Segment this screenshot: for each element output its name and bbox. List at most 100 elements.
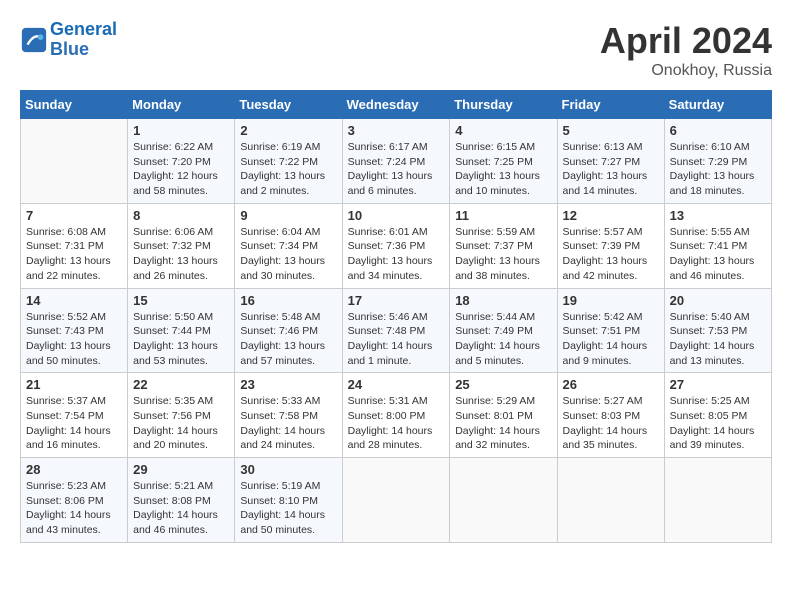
calendar-cell: 14 Sunrise: 5:52 AM Sunset: 7:43 PM Dayli…	[21, 288, 128, 373]
calendar-cell: 22Sunrise: 5:35 AM Sunset: 7:56 PM Dayli…	[128, 373, 235, 458]
location-title: Onokhoy, Russia	[600, 62, 772, 80]
day-content: Sunrise: 6:19 AM Sunset: 7:22 PM Dayligh…	[240, 140, 336, 199]
day-number: 30	[240, 462, 336, 477]
day-number: 25	[455, 377, 551, 392]
calendar-cell: 29 Sunrise: 5:21 AM Sunset: 8:08 PM Dayli…	[128, 458, 235, 543]
day-content: Sunrise: 5:59 AM Sunset: 7:37 PM Dayligh…	[455, 225, 551, 284]
day-number: 16	[240, 293, 336, 308]
calendar-cell: 4 Sunrise: 6:15 AM Sunset: 7:25 PM Daylig…	[450, 119, 557, 204]
day-number: 23	[240, 377, 336, 392]
calendar-table: Sunday Monday Tuesday Wednesday Thursday…	[20, 90, 772, 543]
calendar-cell: 30 Sunrise: 5:19 AM Sunset: 8:10 PM Dayli…	[235, 458, 342, 543]
calendar-cell: 21 Sunrise: 5:37 AM Sunset: 7:54 PM Dayli…	[21, 373, 128, 458]
day-content: Sunrise: 6:15 AM Sunset: 7:25 PM Dayligh…	[455, 140, 551, 199]
calendar-cell: 25 Sunrise: 5:29 AM Sunset: 8:01 PM Dayli…	[450, 373, 557, 458]
day-number: 22	[133, 377, 229, 392]
calendar-cell: 26 Sunrise: 5:27 AM Sunset: 8:03 PM Dayli…	[557, 373, 664, 458]
calendar-cell: 12 Sunrise: 5:57 AM Sunset: 7:39 PM Dayli…	[557, 203, 664, 288]
day-content: Sunrise: 5:31 AM Sunset: 8:00 PM Dayligh…	[348, 394, 445, 453]
day-number: 18	[455, 293, 551, 308]
calendar-cell: 3 Sunrise: 6:17 AM Sunset: 7:24 PM Daylig…	[342, 119, 450, 204]
day-number: 29	[133, 462, 229, 477]
day-number: 24	[348, 377, 445, 392]
logo-text: General Blue	[50, 20, 117, 60]
day-content: Sunrise: 5:19 AM Sunset: 8:10 PM Dayligh…	[240, 479, 336, 538]
day-number: 6	[670, 123, 766, 138]
calendar-cell: 16 Sunrise: 5:48 AM Sunset: 7:46 PM Dayli…	[235, 288, 342, 373]
day-content: Sunrise: 5:25 AM Sunset: 8:05 PM Dayligh…	[670, 394, 766, 453]
col-tuesday: Tuesday	[235, 91, 342, 119]
day-number: 26	[563, 377, 659, 392]
day-content: Sunrise: 5:52 AM Sunset: 7:43 PM Dayligh…	[26, 310, 122, 369]
calendar-cell: 17Sunrise: 5:46 AM Sunset: 7:48 PM Dayli…	[342, 288, 450, 373]
day-content: Sunrise: 5:29 AM Sunset: 8:01 PM Dayligh…	[455, 394, 551, 453]
calendar-cell: 27 Sunrise: 5:25 AM Sunset: 8:05 PM Dayli…	[664, 373, 771, 458]
day-content: Sunrise: 6:10 AM Sunset: 7:29 PM Dayligh…	[670, 140, 766, 199]
calendar-week-row: 1 Sunrise: 6:22 AM Sunset: 7:20 PM Daylig…	[21, 119, 772, 204]
day-content: Sunrise: 5:37 AM Sunset: 7:54 PM Dayligh…	[26, 394, 122, 453]
day-number: 7	[26, 208, 122, 223]
col-friday: Friday	[557, 91, 664, 119]
day-number: 11	[455, 208, 551, 223]
day-content: Sunrise: 5:33 AM Sunset: 7:58 PM Dayligh…	[240, 394, 336, 453]
day-number: 17	[348, 293, 445, 308]
day-number: 27	[670, 377, 766, 392]
day-content: Sunrise: 6:04 AM Sunset: 7:34 PM Dayligh…	[240, 225, 336, 284]
day-number: 14	[26, 293, 122, 308]
calendar-cell: 18 Sunrise: 5:44 AM Sunset: 7:49 PM Dayli…	[450, 288, 557, 373]
col-monday: Monday	[128, 91, 235, 119]
day-number: 5	[563, 123, 659, 138]
calendar-cell: 6 Sunrise: 6:10 AM Sunset: 7:29 PM Daylig…	[664, 119, 771, 204]
day-content: Sunrise: 5:50 AM Sunset: 7:44 PM Dayligh…	[133, 310, 229, 369]
calendar-cell: 13Sunrise: 5:55 AM Sunset: 7:41 PM Dayli…	[664, 203, 771, 288]
day-number: 3	[348, 123, 445, 138]
day-content: Sunrise: 5:27 AM Sunset: 8:03 PM Dayligh…	[563, 394, 659, 453]
day-number: 21	[26, 377, 122, 392]
calendar-cell	[342, 458, 450, 543]
day-number: 9	[240, 208, 336, 223]
title-block: April 2024 Onokhoy, Russia	[600, 20, 772, 80]
day-content: Sunrise: 6:22 AM Sunset: 7:20 PM Dayligh…	[133, 140, 229, 199]
calendar-cell: 8Sunrise: 6:06 AM Sunset: 7:32 PM Daylig…	[128, 203, 235, 288]
col-thursday: Thursday	[450, 91, 557, 119]
logo: General Blue	[20, 20, 117, 60]
calendar-cell: 1 Sunrise: 6:22 AM Sunset: 7:20 PM Daylig…	[128, 119, 235, 204]
day-number: 20	[670, 293, 766, 308]
calendar-cell: 7Sunrise: 6:08 AM Sunset: 7:31 PM Daylig…	[21, 203, 128, 288]
calendar-cell	[450, 458, 557, 543]
calendar-cell	[557, 458, 664, 543]
calendar-week-row: 21 Sunrise: 5:37 AM Sunset: 7:54 PM Dayli…	[21, 373, 772, 458]
day-number: 4	[455, 123, 551, 138]
day-content: Sunrise: 6:01 AM Sunset: 7:36 PM Dayligh…	[348, 225, 445, 284]
calendar-cell	[21, 119, 128, 204]
calendar-cell: 2 Sunrise: 6:19 AM Sunset: 7:22 PM Daylig…	[235, 119, 342, 204]
calendar-week-row: 7Sunrise: 6:08 AM Sunset: 7:31 PM Daylig…	[21, 203, 772, 288]
calendar-cell: 5 Sunrise: 6:13 AM Sunset: 7:27 PM Daylig…	[557, 119, 664, 204]
day-number: 2	[240, 123, 336, 138]
page-header: General Blue April 2024 Onokhoy, Russia	[20, 20, 772, 80]
day-content: Sunrise: 5:21 AM Sunset: 8:08 PM Dayligh…	[133, 479, 229, 538]
day-content: Sunrise: 5:57 AM Sunset: 7:39 PM Dayligh…	[563, 225, 659, 284]
calendar-cell: 20 Sunrise: 5:40 AM Sunset: 7:53 PM Dayli…	[664, 288, 771, 373]
day-content: Sunrise: 5:48 AM Sunset: 7:46 PM Dayligh…	[240, 310, 336, 369]
day-content: Sunrise: 5:40 AM Sunset: 7:53 PM Dayligh…	[670, 310, 766, 369]
day-content: Sunrise: 5:42 AM Sunset: 7:51 PM Dayligh…	[563, 310, 659, 369]
day-content: Sunrise: 5:55 AM Sunset: 7:41 PM Dayligh…	[670, 225, 766, 284]
day-content: Sunrise: 5:23 AM Sunset: 8:06 PM Dayligh…	[26, 479, 122, 538]
day-number: 8	[133, 208, 229, 223]
day-content: Sunrise: 6:13 AM Sunset: 7:27 PM Dayligh…	[563, 140, 659, 199]
col-sunday: Sunday	[21, 91, 128, 119]
month-title: April 2024	[600, 20, 772, 62]
logo-icon	[20, 26, 48, 54]
col-saturday: Saturday	[664, 91, 771, 119]
day-number: 19	[563, 293, 659, 308]
col-wednesday: Wednesday	[342, 91, 450, 119]
day-number: 1	[133, 123, 229, 138]
calendar-cell: 10Sunrise: 6:01 AM Sunset: 7:36 PM Dayli…	[342, 203, 450, 288]
calendar-cell: 24 Sunrise: 5:31 AM Sunset: 8:00 PM Dayli…	[342, 373, 450, 458]
day-content: Sunrise: 5:44 AM Sunset: 7:49 PM Dayligh…	[455, 310, 551, 369]
day-content: Sunrise: 6:17 AM Sunset: 7:24 PM Dayligh…	[348, 140, 445, 199]
day-number: 12	[563, 208, 659, 223]
calendar-cell: 19 Sunrise: 5:42 AM Sunset: 7:51 PM Dayli…	[557, 288, 664, 373]
calendar-cell: 23 Sunrise: 5:33 AM Sunset: 7:58 PM Dayli…	[235, 373, 342, 458]
